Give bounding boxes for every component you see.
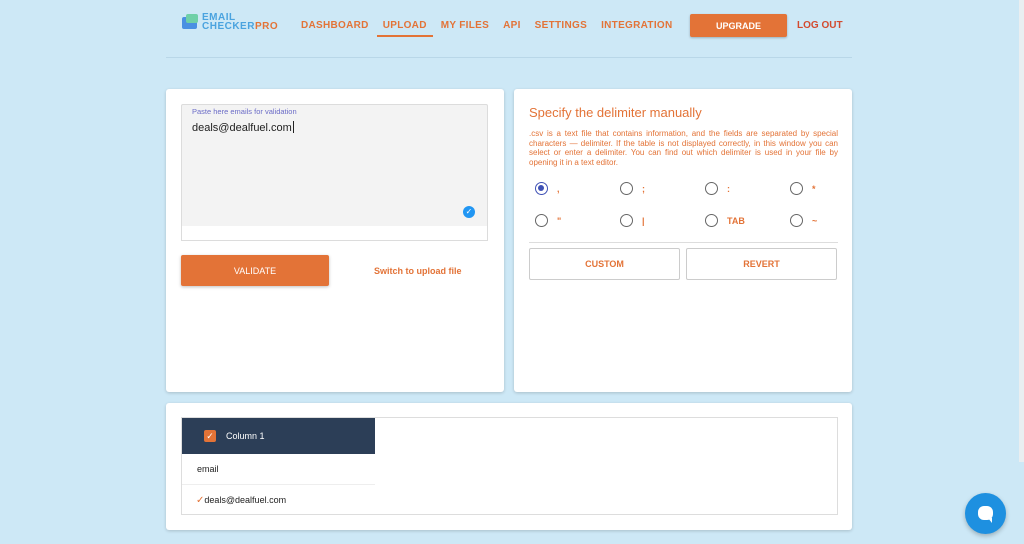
nav-my-files[interactable]: MY FILES: [434, 0, 496, 38]
logo-line-2: CHECKER: [202, 21, 255, 32]
nav-api[interactable]: API: [496, 0, 528, 38]
delimiter-option-label: ": [557, 215, 562, 226]
delimiter-option-semicolon[interactable]: ;: [620, 182, 705, 195]
radio-unchecked-icon[interactable]: [620, 214, 633, 227]
radio-unchecked-icon[interactable]: [790, 214, 803, 227]
preview-table-card: ✓ Column 1 email ✓deals@dealfuel.com: [166, 403, 852, 530]
logout-link[interactable]: LOG OUT: [797, 20, 843, 31]
switch-upload-link[interactable]: Switch to upload file: [374, 266, 462, 276]
delimiter-options-row-1: , ; : *: [535, 182, 875, 195]
delimiter-description: .csv is a text file that contains inform…: [529, 129, 838, 167]
delimiter-option-label: |: [642, 215, 645, 226]
table-row: ✓deals@dealfuel.com: [182, 485, 375, 515]
logo-mark-icon: [182, 14, 198, 30]
delimiter-options-row-2: " | TAB ~: [535, 214, 875, 227]
table-cell-value: deals@dealfuel.com: [204, 495, 287, 505]
column-title: Column 1: [226, 431, 265, 441]
nav-upload[interactable]: UPLOAD: [376, 0, 434, 38]
delimiter-option-label: ~: [812, 215, 818, 226]
header-divider: [166, 57, 852, 58]
column-header[interactable]: ✓ Column 1: [182, 418, 375, 454]
main-nav: DASHBOARD UPLOAD MY FILES API SETTINGS I…: [294, 0, 680, 38]
validate-button[interactable]: VALIDATE: [181, 255, 329, 286]
delimiter-option-label: :: [727, 183, 730, 194]
column-checkbox-icon[interactable]: ✓: [204, 430, 216, 442]
delimiter-title: Specify the delimiter manually: [529, 105, 702, 120]
delimiter-option-label: ,: [557, 183, 560, 194]
radio-unchecked-icon[interactable]: [620, 182, 633, 195]
radio-unchecked-icon[interactable]: [705, 182, 718, 195]
paste-emails-card: Paste here emails for validation deals@d…: [166, 89, 504, 392]
emails-textarea-label: Paste here emails for validation: [192, 107, 297, 116]
delimiter-option-asterisk[interactable]: *: [790, 182, 875, 195]
delimiter-option-label: ;: [642, 183, 645, 194]
logo[interactable]: EMAIL CHECKERPRO: [182, 13, 279, 32]
nav-integration[interactable]: INTEGRATION: [594, 0, 679, 38]
delimiter-option-comma[interactable]: ,: [535, 182, 620, 195]
delimiter-option-pipe[interactable]: |: [620, 214, 705, 227]
table-cell: email: [182, 454, 375, 485]
delimiter-option-label: TAB: [727, 215, 745, 226]
logo-text: EMAIL CHECKERPRO: [202, 13, 279, 32]
chat-button[interactable]: [965, 493, 1006, 534]
emails-textarea-value[interactable]: deals@dealfuel.com: [192, 121, 294, 134]
custom-button[interactable]: CUSTOM: [529, 248, 680, 280]
radio-unchecked-icon[interactable]: [535, 214, 548, 227]
nav-dashboard[interactable]: DASHBOARD: [294, 0, 376, 38]
logo-line-2-pro: PRO: [254, 21, 279, 32]
textarea-footer: [182, 226, 487, 240]
chat-bubble-icon: [978, 506, 993, 523]
page-scrollbar[interactable]: [1019, 0, 1024, 462]
delimiter-card: Specify the delimiter manually .csv is a…: [514, 89, 852, 392]
valid-check-icon: ✓: [463, 206, 475, 218]
emails-textarea[interactable]: Paste here emails for validation deals@d…: [181, 104, 488, 241]
delimiter-option-quote[interactable]: ": [535, 214, 620, 227]
delimiter-option-tab[interactable]: TAB: [705, 214, 790, 227]
upgrade-button[interactable]: UPGRADE: [690, 14, 787, 37]
preview-table: ✓ Column 1 email ✓deals@dealfuel.com: [181, 417, 838, 515]
radio-unchecked-icon[interactable]: [790, 182, 803, 195]
radio-checked-icon[interactable]: [535, 182, 548, 195]
delimiter-option-tilde[interactable]: ~: [790, 214, 875, 227]
delimiter-divider: [529, 242, 838, 243]
nav-settings[interactable]: SETTINGS: [528, 0, 594, 38]
delimiter-option-label: *: [812, 183, 816, 194]
delimiter-option-colon[interactable]: :: [705, 182, 790, 195]
revert-button[interactable]: REVERT: [686, 248, 837, 280]
radio-unchecked-icon[interactable]: [705, 214, 718, 227]
